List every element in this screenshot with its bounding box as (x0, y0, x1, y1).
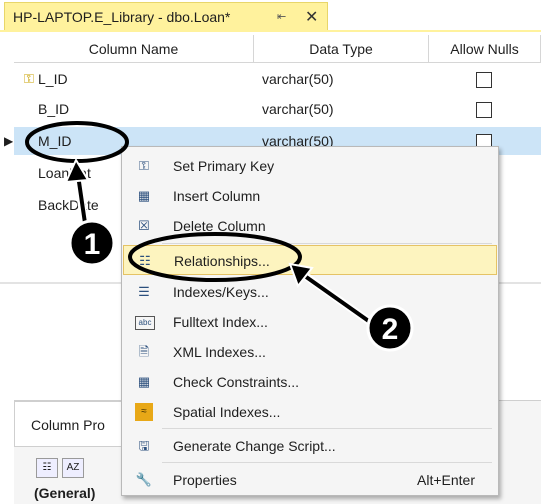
menu-item-generate-change-script[interactable]: 🖫 Generate Change Script... (123, 431, 497, 461)
column-name-cell[interactable]: L_ID (38, 65, 68, 93)
menu-item-delete-column[interactable]: ☒ Delete Column (123, 211, 497, 241)
menu-item-indexes-keys[interactable]: ☰ Indexes/Keys... (123, 277, 497, 307)
menu-shortcut: Alt+Enter (417, 472, 475, 488)
properties-toolbar: ☷ AZ (36, 457, 88, 478)
menu-label: Indexes/Keys... (173, 284, 269, 300)
menu-label: Insert Column (173, 188, 261, 204)
column-name-cell[interactable]: B_ID (38, 95, 69, 123)
menu-item-relationships[interactable]: ☷ Relationships... (123, 245, 497, 275)
tab-loan-table[interactable]: HP-LAPTOP.E_Library - dbo.Loan* ⇤ ✕ (4, 2, 328, 30)
menu-label: Spatial Indexes... (173, 404, 281, 420)
column-name-cell[interactable]: LoanDat (38, 159, 91, 187)
header-allow-nulls[interactable]: Allow Nulls (429, 35, 541, 63)
document-tabstrip: HP-LAPTOP.E_Library - dbo.Loan* ⇤ ✕ (0, 0, 541, 32)
menu-label: Properties (173, 472, 237, 488)
xml-icon: 🗎 (138, 344, 150, 359)
delete-column-icon: ☒ (138, 218, 150, 233)
check-icon: ▦ (137, 374, 151, 389)
primary-key-icon: ⚿ (24, 71, 34, 86)
tab-title: HP-LAPTOP.E_Library - dbo.Loan* (13, 9, 231, 25)
menu-item-xml-indexes[interactable]: 🗎 XML Indexes... (123, 337, 497, 367)
allow-nulls-checkbox[interactable] (476, 72, 492, 88)
column-name-cell[interactable]: M_ID (38, 127, 71, 155)
spatial-icon: ≈ (135, 403, 153, 421)
close-icon[interactable]: ✕ (305, 7, 318, 27)
header-data-type[interactable]: Data Type (254, 35, 429, 63)
key-icon: ⚿ (139, 158, 149, 173)
table-row[interactable]: B_ID varchar(50) (14, 95, 541, 123)
menu-separator (162, 462, 492, 463)
menu-label: XML Indexes... (173, 344, 266, 360)
menu-separator (162, 428, 492, 429)
menu-label: Fulltext Index... (173, 314, 268, 330)
script-icon: 🖫 (138, 438, 150, 453)
wrench-icon: 🔧 (135, 472, 153, 487)
pin-icon[interactable]: ⇤ (277, 10, 286, 23)
menu-separator (162, 243, 492, 244)
data-type-cell[interactable]: varchar(50) (262, 95, 334, 123)
header-column-name[interactable]: Column Name (14, 35, 254, 63)
menu-item-properties[interactable]: 🔧 Properties Alt+Enter (123, 465, 497, 495)
general-category[interactable]: (General) (34, 485, 95, 501)
column-name-cell[interactable]: BackDate (38, 191, 99, 219)
categorized-icon[interactable]: ☷ (36, 458, 58, 478)
indexes-icon: ☰ (138, 284, 150, 299)
menu-item-insert-column[interactable]: ▦ Insert Column (123, 181, 497, 211)
menu-label: Relationships... (174, 253, 270, 269)
insert-column-icon: ▦ (137, 188, 151, 203)
menu-label: Generate Change Script... (173, 438, 336, 454)
menu-label: Set Primary Key (173, 158, 275, 174)
allow-nulls-checkbox[interactable] (476, 102, 492, 118)
fulltext-icon: abc (135, 316, 155, 330)
tab-underline (0, 30, 541, 32)
menu-item-set-primary-key[interactable]: ⚿ Set Primary Key (123, 151, 497, 181)
menu-item-spatial-indexes[interactable]: ≈ Spatial Indexes... (123, 397, 497, 427)
relationships-icon: ☷ (139, 253, 151, 268)
data-type-cell[interactable]: varchar(50) (262, 65, 334, 93)
context-menu: ⚿ Set Primary Key ▦ Insert Column ☒ Dele… (121, 146, 499, 496)
column-properties-label: Column Pro (31, 417, 105, 433)
sort-alpha-icon[interactable]: AZ (62, 458, 84, 478)
menu-item-check-constraints[interactable]: ▦ Check Constraints... (123, 367, 497, 397)
row-selector-arrow-icon: ▶ (4, 134, 14, 148)
menu-label: Delete Column (173, 218, 266, 234)
menu-item-fulltext-index[interactable]: abc Fulltext Index... (123, 307, 497, 337)
menu-label: Check Constraints... (173, 374, 300, 390)
table-row[interactable]: ⚿ L_ID varchar(50) (14, 65, 541, 93)
